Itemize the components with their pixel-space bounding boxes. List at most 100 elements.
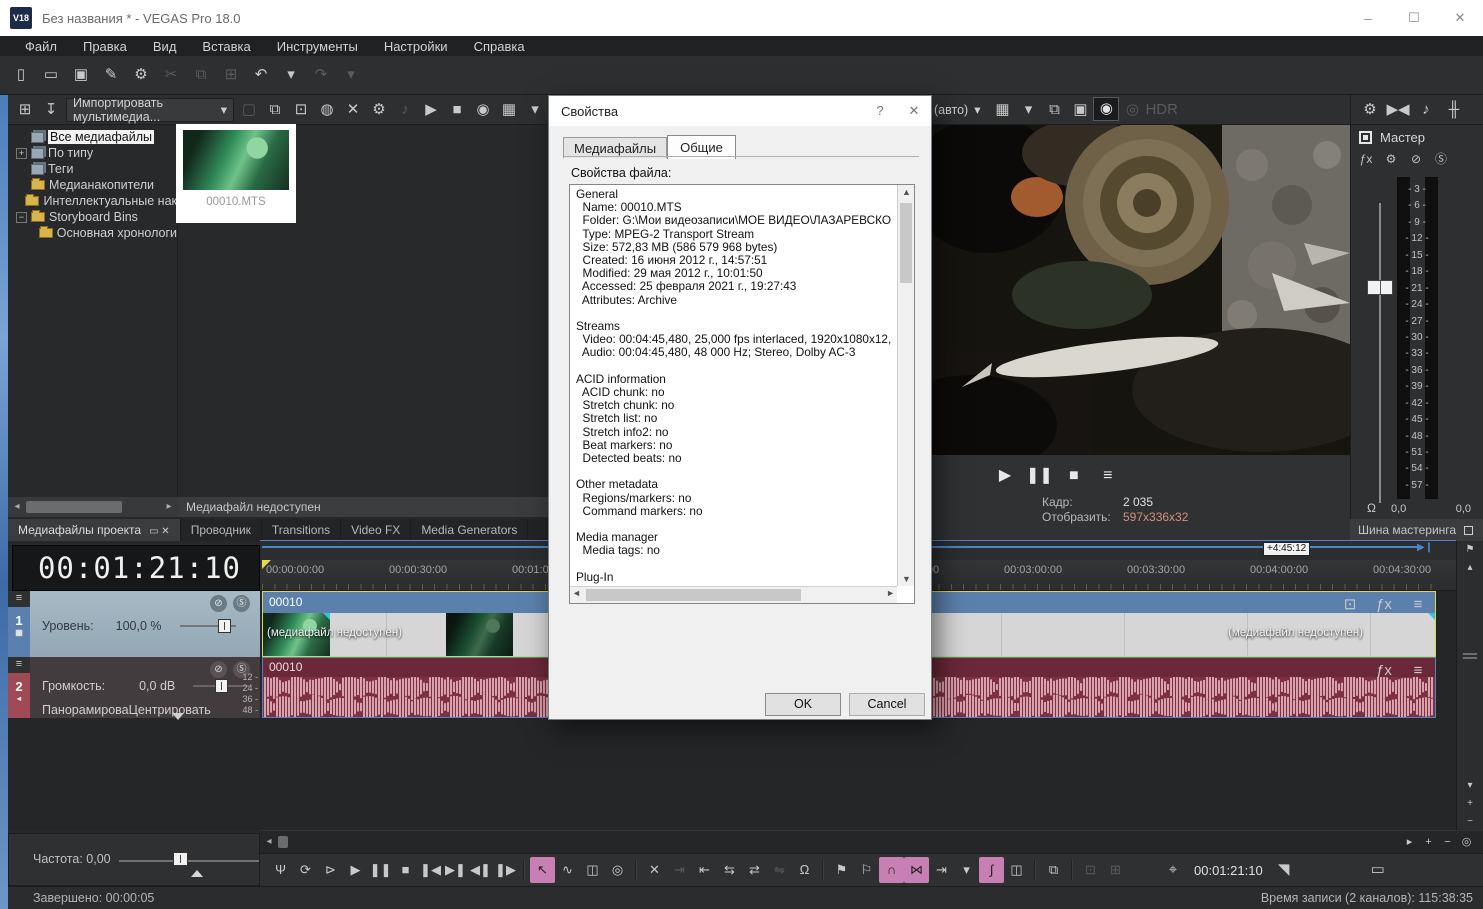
- tree-item[interactable]: Медианакопители: [8, 177, 177, 193]
- loupe-icon[interactable]: ◎: [1119, 97, 1145, 123]
- tree-item[interactable]: +По типу: [8, 145, 177, 161]
- file-properties-box[interactable]: General Name: 00010.MTS Folder: G:\Мои в…: [569, 184, 915, 604]
- paste-icon[interactable]: ⊞: [218, 62, 244, 88]
- scroll-right-icon[interactable]: ▸: [1400, 833, 1419, 852]
- replace-media-icon[interactable]: ⧉: [262, 97, 288, 123]
- dock-tab[interactable]: Video FX: [341, 519, 411, 541]
- insert-region-icon[interactable]: ⚐: [854, 857, 879, 883]
- level-slider[interactable]: [180, 625, 236, 627]
- media-properties-icon[interactable]: ⚙: [366, 97, 392, 123]
- audio-device-icon[interactable]: ♪: [1413, 97, 1439, 123]
- import-media-icon[interactable]: ↧: [38, 97, 64, 123]
- auto-ripple-icon[interactable]: ⇥: [929, 857, 954, 883]
- menu-view[interactable]: Вид: [140, 39, 190, 54]
- dialog-title-bar[interactable]: Свойства ? ✕: [549, 96, 931, 126]
- preview-stop-icon[interactable]: ■: [1061, 463, 1087, 489]
- fade-handle[interactable]: [323, 613, 330, 620]
- save-project-icon[interactable]: ▣: [68, 62, 94, 88]
- tree-item[interactable]: Основная хронологи: [8, 225, 177, 241]
- pause-icon[interactable]: ❚❚: [368, 857, 393, 883]
- dock-tab[interactable]: Media Generators: [411, 519, 528, 541]
- dialog-hscrollbar[interactable]: ◄ ►: [570, 586, 897, 603]
- zoom-out-time-icon[interactable]: −: [1438, 833, 1457, 852]
- envelope-tool-icon[interactable]: ∿: [555, 857, 580, 883]
- copy-icon[interactable]: ⧉: [188, 62, 214, 88]
- tree-item[interactable]: −Storyboard Bins: [8, 209, 177, 225]
- help-icon[interactable]: ?: [863, 103, 897, 119]
- media-tree-hscrollbar[interactable]: ◂ ▸: [8, 497, 178, 517]
- zoom-in-track-icon[interactable]: +: [1457, 795, 1483, 813]
- scroll-left-icon[interactable]: ◄: [572, 588, 581, 598]
- group-icon[interactable]: ⧉: [1041, 857, 1066, 883]
- cut-icon[interactable]: ✂: [158, 62, 184, 88]
- pan-triangle-icon[interactable]: [172, 713, 184, 720]
- dock-tab[interactable]: Transitions: [262, 519, 341, 541]
- ignore-grouping-icon[interactable]: ◫: [1004, 857, 1029, 883]
- scroll-down-icon[interactable]: ▾: [1457, 777, 1483, 795]
- minimize-button[interactable]: –: [1345, 0, 1391, 36]
- preview-quality-dropdown[interactable]: (авто) ▾: [928, 102, 986, 117]
- auto-ripple-arrow-icon[interactable]: ▾: [954, 857, 979, 883]
- tree-item[interactable]: Теги: [8, 161, 177, 177]
- rate-slider-handle[interactable]: [173, 852, 188, 866]
- menu-options[interactable]: Настройки: [371, 39, 461, 54]
- remove-media-icon[interactable]: ✕: [340, 97, 366, 123]
- import-media-button[interactable]: Импортировать мультимедиа... ▾: [66, 98, 234, 122]
- timecode-display[interactable]: 00:01:21:10: [12, 545, 260, 591]
- track-menu-icon[interactable]: ≡: [8, 657, 30, 673]
- views-arrow-icon[interactable]: ▾: [522, 97, 548, 123]
- tab-controls-icon[interactable]: ▭ ✕: [149, 526, 170, 537]
- lock-event-icon[interactable]: Ω: [792, 857, 817, 883]
- menu-help[interactable]: Справка: [461, 39, 538, 54]
- trim-start-icon[interactable]: ⇥: [667, 857, 692, 883]
- menu-file[interactable]: Файл: [12, 39, 70, 54]
- scroll-right-icon[interactable]: ▸: [160, 498, 178, 516]
- preview-pause-icon[interactable]: ❚❚: [1026, 463, 1053, 489]
- master-plugin-icon[interactable]: ⚙: [1380, 149, 1402, 169]
- level-slider-handle[interactable]: [218, 619, 231, 633]
- dialog-vscrollbar[interactable]: ▲ ▼: [897, 185, 914, 586]
- track-solo-icon[interactable]: Ⓢ: [233, 595, 250, 612]
- cancel-button[interactable]: Cancel: [849, 693, 925, 716]
- scroll-left-icon[interactable]: ◂: [260, 833, 278, 851]
- menu-edit[interactable]: Правка: [70, 39, 140, 54]
- preview-quality-icon[interactable]: ◉: [1093, 97, 1119, 121]
- splitter-handle[interactable]: [1463, 653, 1477, 659]
- video-track-strip[interactable]: ≡ 1 ▦: [8, 591, 30, 657]
- hdr-icon[interactable]: HDR: [1145, 97, 1178, 123]
- ok-button[interactable]: OK: [765, 693, 841, 716]
- prev-frame-icon[interactable]: ◀❚: [468, 857, 493, 883]
- preview-menu-icon[interactable]: ≡: [1095, 463, 1121, 489]
- trim-end-icon[interactable]: ⇤: [692, 857, 717, 883]
- save-frame-icon[interactable]: ▣: [1067, 97, 1093, 123]
- marker-flag-icon[interactable]: ⚑: [1457, 541, 1483, 559]
- play-icon[interactable]: ▶: [343, 857, 368, 883]
- dock-tab[interactable]: Медиафайлы проекта▭ ✕: [8, 519, 181, 541]
- media-bins-icon[interactable]: ⊞: [12, 97, 38, 123]
- timeline-hscrollbar[interactable]: ◂: [260, 830, 1400, 853]
- go-to-start-icon[interactable]: ❚◀: [418, 857, 443, 883]
- slip-icon[interactable]: ⇆: [717, 857, 742, 883]
- expander-icon[interactable]: −: [16, 212, 27, 223]
- zoom-out-track-icon[interactable]: −: [1457, 813, 1483, 831]
- preview-monitor-icon[interactable]: ▢: [236, 97, 262, 123]
- split-trim-icon[interactable]: ⇋: [767, 857, 792, 883]
- get-media-web-icon[interactable]: ◍: [314, 97, 340, 123]
- play-from-start-icon[interactable]: ⊳: [318, 857, 343, 883]
- delete-icon[interactable]: ✕: [642, 857, 667, 883]
- master-bus-tab[interactable]: Шина мастеринга: [1350, 519, 1483, 541]
- tree-item[interactable]: Все медиафайлы: [8, 129, 177, 145]
- slide-icon[interactable]: ⇄: [742, 857, 767, 883]
- scroll-left-icon[interactable]: ◂: [8, 498, 26, 516]
- playback-rate-control[interactable]: Частота: 0,00: [8, 833, 260, 886]
- next-frame-icon[interactable]: ❚▶: [493, 857, 518, 883]
- dock-tab[interactable]: Проводник: [181, 519, 262, 541]
- track-mute-icon[interactable]: ⊘: [210, 595, 227, 612]
- bus-window-icon[interactable]: [1464, 526, 1473, 535]
- triangle-icon[interactable]: ◥: [1271, 857, 1297, 883]
- grid-overlay-icon[interactable]: ▦: [989, 97, 1015, 123]
- scroll-thumb[interactable]: [278, 836, 288, 848]
- zoom-in-time-icon[interactable]: +: [1419, 833, 1438, 852]
- preview-audio-icon[interactable]: ♪: [392, 97, 418, 123]
- open-in-trimmer-icon[interactable]: ⊡: [1078, 857, 1103, 883]
